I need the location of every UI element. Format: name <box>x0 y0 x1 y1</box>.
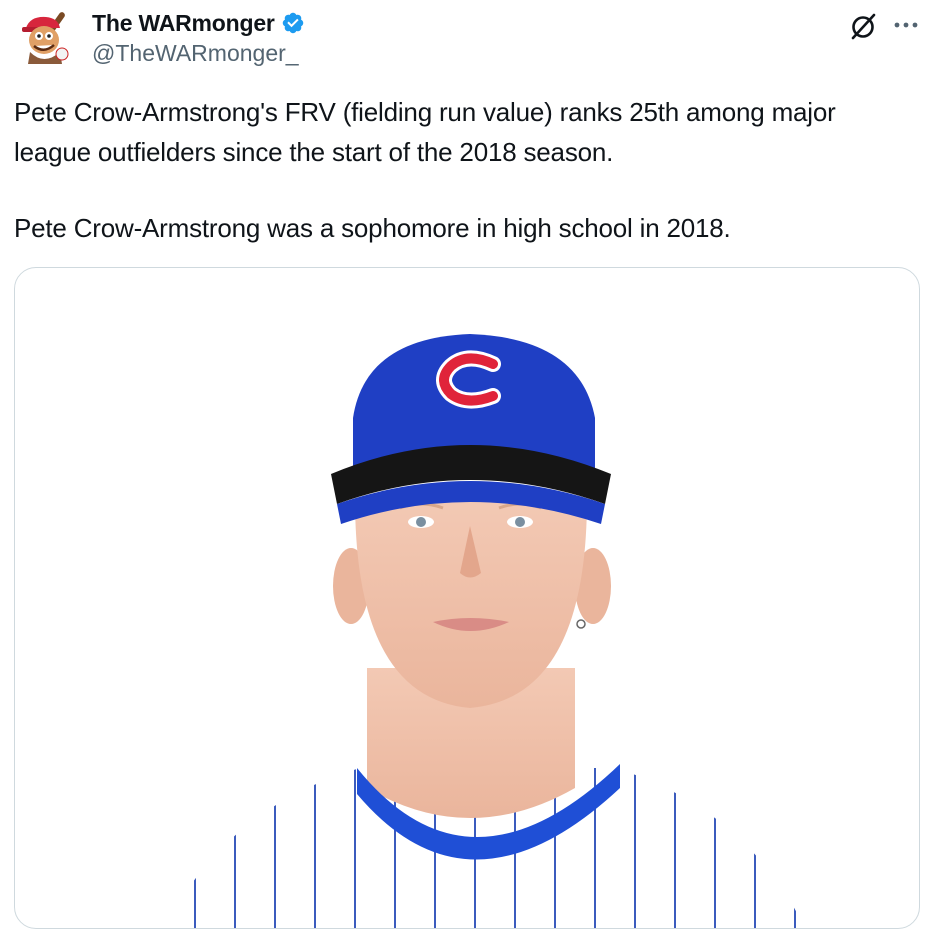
tweet-paragraph: Pete Crow-Armstrong's FRV (fielding run … <box>14 97 836 167</box>
tweet-paragraph: Pete Crow-Armstrong was a sophomore in h… <box>14 213 731 243</box>
author-display-name[interactable]: The WARmonger <box>92 10 275 37</box>
verified-badge-icon[interactable] <box>281 11 305 35</box>
author-name-row: The WARmonger <box>92 6 305 40</box>
more-options-icon[interactable] <box>890 14 922 36</box>
author-avatar[interactable] <box>18 8 76 66</box>
author-handle[interactable]: @TheWARmonger_ <box>92 40 299 67</box>
player-headshot-icon <box>165 334 805 928</box>
tweet-card: The WARmonger @TheWARmonger_ Pete Crow-A… <box>0 0 936 929</box>
mascot-avatar-icon <box>22 12 69 64</box>
grok-icon[interactable] <box>846 9 880 43</box>
tweet-text: Pete Crow-Armstrong's FRV (fielding run … <box>14 92 919 248</box>
tweet-media-photo[interactable] <box>14 267 920 929</box>
